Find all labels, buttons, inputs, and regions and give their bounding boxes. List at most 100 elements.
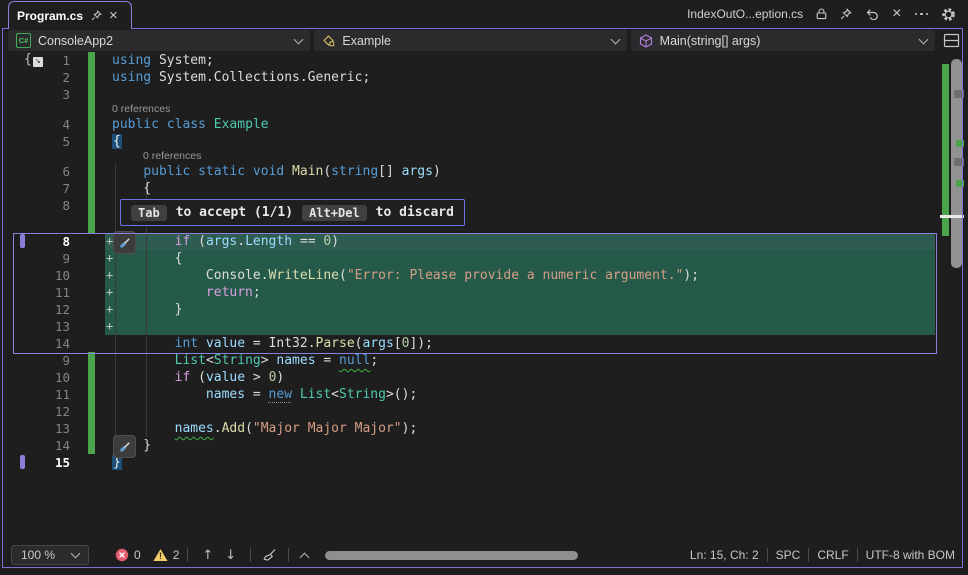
outline-margin-icon[interactable]: { ↘ xyxy=(24,53,43,67)
change-tracking-bar xyxy=(88,69,95,86)
undo-icon[interactable] xyxy=(865,8,879,20)
code-line[interactable]: return; xyxy=(112,284,261,301)
code-line[interactable]: } xyxy=(112,301,182,318)
code-line[interactable]: public static void Main(string[] args) xyxy=(112,163,441,180)
line-number[interactable]: 13 xyxy=(8,420,70,437)
line-number[interactable]: 4 xyxy=(8,116,70,133)
code-row[interactable]: 11+ return; xyxy=(8,284,938,301)
code-row[interactable]: 12 xyxy=(8,403,938,420)
tab-keycap[interactable]: Tab xyxy=(131,205,167,221)
code-line[interactable]: names.Add("Major Major Major"); xyxy=(112,420,417,437)
line-number[interactable]: 12 xyxy=(8,301,70,318)
code-editor[interactable]: 1using System;2 using System.Collections.… xyxy=(8,52,938,472)
previous-issue-button[interactable]: ↑ xyxy=(196,548,219,563)
line-number[interactable]: 12 xyxy=(8,403,70,420)
screwdriver-icon[interactable] xyxy=(113,435,136,458)
line-number[interactable]: 13 xyxy=(8,318,70,335)
change-tracking-bar xyxy=(88,369,95,386)
line-number[interactable]: 3 xyxy=(8,86,70,103)
code-line[interactable]: names = new List<String>(); xyxy=(112,386,417,403)
line-number[interactable]: 11 xyxy=(8,386,70,403)
line-number[interactable]: 7 xyxy=(8,180,70,197)
code-row[interactable]: 9+ { xyxy=(8,250,938,267)
diff-line-background xyxy=(105,250,935,267)
code-row[interactable]: 10+ Console.WriteLine("Error: Please pro… xyxy=(8,267,938,284)
code-row[interactable]: 4 public class Example xyxy=(8,116,938,133)
tab-program-cs[interactable]: Program.cs × xyxy=(8,1,132,29)
screwdriver-icon[interactable] xyxy=(113,231,136,254)
line-number[interactable]: 11 xyxy=(8,284,70,301)
code-row[interactable]: 15} xyxy=(8,454,938,471)
vs-editor-window: IndexOutO...eption.cs × Program.cs × xyxy=(0,0,968,575)
close-icon[interactable]: × xyxy=(892,5,901,23)
code-line[interactable]: int value = Int32.Parse(args[0]); xyxy=(112,335,433,352)
code-line[interactable]: { xyxy=(112,133,122,150)
line-number[interactable]: 5 xyxy=(8,133,70,150)
code-line[interactable]: using System.Collections.Generic; xyxy=(112,69,370,86)
line-number[interactable]: 10 xyxy=(8,369,70,386)
line-number[interactable]: 9 xyxy=(8,352,70,369)
code-line[interactable]: using System; xyxy=(112,52,214,69)
next-issue-button[interactable]: ↓ xyxy=(219,548,242,563)
code-line[interactable]: { xyxy=(112,180,151,197)
line-number[interactable]: 9 xyxy=(8,250,70,267)
pin-icon[interactable] xyxy=(91,10,102,21)
code-line[interactable]: if (args.Length == 0) xyxy=(112,233,339,250)
line-number[interactable]: 6 xyxy=(8,163,70,180)
caret-position[interactable]: Ln: 15, Ch: 2 xyxy=(690,548,759,562)
pin-icon[interactable] xyxy=(840,8,852,20)
warning-count[interactable]: ! 2 xyxy=(153,548,180,562)
code-row[interactable]: 8+ if (args.Length == 0) xyxy=(8,233,938,250)
code-row[interactable]: 13 names.Add("Major Major Major"); xyxy=(8,420,938,437)
line-number[interactable]: 14 xyxy=(8,437,70,454)
gear-icon[interactable] xyxy=(941,7,956,22)
altdel-keycap[interactable]: Alt+Del xyxy=(302,205,367,221)
code-row[interactable]: 14 int value = Int32.Parse(args[0]); xyxy=(8,335,938,352)
code-row[interactable]: 6 public static void Main(string[] args) xyxy=(8,163,938,180)
code-row[interactable]: 9 List<String> names = null; xyxy=(8,352,938,369)
diff-line-background xyxy=(105,301,935,318)
line-number[interactable]: 15 xyxy=(8,454,70,471)
code-cleanup-icon[interactable] xyxy=(259,548,280,563)
encoding[interactable]: UTF-8 with BOM xyxy=(866,548,955,562)
code-line[interactable]: Console.WriteLine("Error: Please provide… xyxy=(112,267,699,284)
line-ending[interactable]: CRLF xyxy=(817,548,848,562)
member-dropdown[interactable]: Main(string[] args) xyxy=(631,30,935,51)
line-number[interactable]: 8 xyxy=(8,197,70,214)
code-row[interactable]: 13 + xyxy=(8,318,938,335)
code-row[interactable]: 12+ } xyxy=(8,301,938,318)
class-icon xyxy=(322,34,335,47)
codelens-row[interactable]: 0 references xyxy=(8,150,938,163)
line-number[interactable]: 8 xyxy=(8,233,70,250)
code-line[interactable]: if (value > 0) xyxy=(112,369,284,386)
line-number[interactable]: 14 xyxy=(8,335,70,352)
code-row[interactable]: 7 { xyxy=(8,180,938,197)
line-number[interactable]: 2 xyxy=(8,69,70,86)
more-options-icon[interactable] xyxy=(915,13,929,16)
zoom-select[interactable]: 100 % xyxy=(11,545,89,565)
split-editor-icon[interactable] xyxy=(943,30,960,51)
codelens-references[interactable]: 0 references xyxy=(112,103,170,116)
codelens-references[interactable]: 0 references xyxy=(143,150,201,163)
code-line[interactable]: List<String> names = null; xyxy=(112,352,378,369)
code-row[interactable]: 2 using System.Collections.Generic; xyxy=(8,69,938,86)
change-tracking-bar xyxy=(88,86,95,103)
code-row[interactable]: 11 names = new List<String>(); xyxy=(8,386,938,403)
code-row[interactable]: 1using System; xyxy=(8,52,938,69)
project-dropdown[interactable]: C# ConsoleApp2 xyxy=(8,30,310,51)
horizontal-scrollbar-thumb[interactable] xyxy=(325,551,578,560)
code-row[interactable]: 5{ xyxy=(8,133,938,150)
error-count[interactable]: 0 xyxy=(115,548,141,562)
indentation-mode[interactable]: SPC xyxy=(776,548,801,562)
line-number[interactable]: 10 xyxy=(8,267,70,284)
code-row[interactable]: 10 if (value > 0) xyxy=(8,369,938,386)
codelens-row[interactable]: 0 references xyxy=(8,103,938,116)
diff-added-marker: + xyxy=(106,318,113,335)
preview-tab[interactable]: IndexOutO...eption.cs xyxy=(687,7,803,21)
collapse-panel-icon[interactable] xyxy=(300,552,310,562)
code-row[interactable]: 3 xyxy=(8,86,938,103)
code-line[interactable]: public class Example xyxy=(112,116,269,133)
close-icon[interactable]: × xyxy=(109,10,118,22)
code-row[interactable]: 14 } xyxy=(8,437,938,454)
type-dropdown[interactable]: Example xyxy=(314,30,626,51)
